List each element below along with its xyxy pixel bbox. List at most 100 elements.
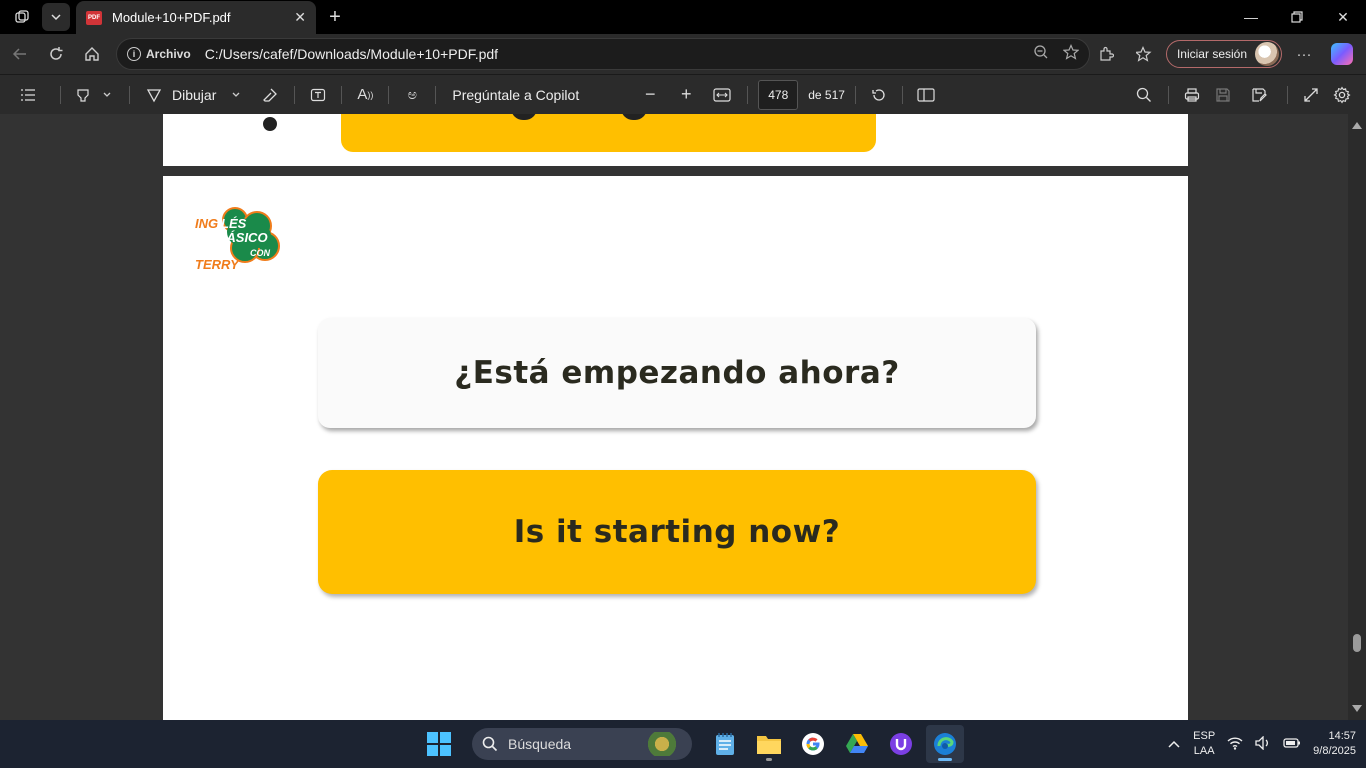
search-icon [482,736,498,752]
back-button[interactable] [2,38,38,70]
answer-card: Is it starting now? [318,470,1036,594]
save-icon[interactable] [1205,75,1241,115]
page-view-icon[interactable] [913,75,939,115]
scroll-down-arrow-icon[interactable] [1352,705,1362,712]
copilot-icon[interactable] [1326,38,1358,70]
fullscreen-icon[interactable] [1298,75,1324,115]
url-text[interactable]: C:/Users/cafef/Downloads/Module+10+PDF.p… [205,46,1033,62]
tab-close-icon[interactable]: ✕ [294,9,306,26]
address-box[interactable]: i Archivo C:/Users/cafef/Downloads/Modul… [116,38,1090,70]
address-bar-row: i Archivo C:/Users/cafef/Downloads/Modul… [0,34,1366,74]
fit-width-icon[interactable] [707,75,737,115]
wifi-icon[interactable] [1227,736,1243,753]
vertical-scrollbar[interactable] [1348,114,1366,720]
signin-button[interactable]: Iniciar sesión [1165,40,1282,68]
search-highlight-image [642,732,682,756]
google-drive-app[interactable] [838,725,876,763]
edge-app[interactable] [926,725,964,763]
google-app[interactable] [794,725,832,763]
notepad-app[interactable] [706,725,744,763]
taskbar-search[interactable]: Búsqueda [472,728,692,760]
keyboard-layout: LAA [1193,745,1215,757]
page-number-input[interactable] [758,79,799,110]
translate-icon[interactable]: ಅ [399,75,425,115]
start-button[interactable] [420,725,458,763]
save-as-icon[interactable] [1241,75,1277,115]
google-icon [802,733,824,755]
svg-text:ING: ING [195,216,218,231]
input-language[interactable]: ESP LAA [1193,729,1215,759]
draw-chevron-icon[interactable] [216,75,256,115]
svg-text:CON: CON [250,248,271,258]
close-window-button[interactable]: ✕ [1320,0,1366,34]
site-info[interactable]: i Archivo [127,47,191,61]
pdf-viewer[interactable]: ING LÉS BÁSICO CON TERRY ¿Está empezando… [0,114,1366,720]
title-bar: PDF Module+10+PDF.pdf ✕ + — ✕ [0,0,1366,34]
windows-icon [427,732,451,756]
zoom-out-icon[interactable] [1033,44,1049,64]
show-hidden-icons-chevron-icon[interactable] [1167,736,1181,752]
purple-app[interactable] [882,725,920,763]
search-placeholder: Búsqueda [508,736,572,752]
settings-gear-icon[interactable] [1324,75,1360,115]
u-app-icon [890,733,912,755]
battery-icon[interactable] [1283,736,1301,752]
ingles-basico-logo: ING LÉS BÁSICO CON TERRY [195,207,280,272]
language-code: ESP [1193,730,1216,742]
page-total: de 517 [808,87,845,102]
svg-text:LÉS: LÉS [221,216,247,231]
read-aloud-icon[interactable]: A)) [352,75,378,115]
eraser-icon[interactable] [256,75,284,115]
pdf-toolbar: Dibujar A)) ಅ Pregúntale a Copilot − + d… [0,74,1366,114]
draw-label[interactable]: Dibujar [172,87,216,103]
print-icon[interactable] [1179,75,1205,115]
favorite-star-icon[interactable] [1062,44,1080,64]
scroll-up-arrow-icon[interactable] [1352,122,1362,129]
clock[interactable]: 14:57 9/8/2025 [1313,729,1356,759]
bullet-point [263,117,277,131]
home-button[interactable] [74,38,110,70]
workspaces-icon[interactable] [8,3,36,31]
previous-page-yellow-box [341,114,876,152]
google-drive-icon [846,734,868,753]
new-tab-button[interactable]: + [322,4,348,30]
edge-icon [934,733,956,755]
clock-time: 14:57 [1328,730,1356,742]
favorites-icon[interactable] [1128,38,1160,70]
highlight-chevron-icon[interactable] [95,75,119,115]
tab-active[interactable]: PDF Module+10+PDF.pdf ✕ [76,1,316,34]
file-explorer-app[interactable] [750,725,788,763]
draw-icon[interactable] [140,75,168,115]
site-info-label: Archivo [146,47,191,61]
scroll-thumb[interactable] [1353,634,1361,652]
minimize-button[interactable]: — [1228,0,1274,34]
volume-icon[interactable] [1255,734,1271,753]
contents-list-icon[interactable] [6,75,50,115]
text-box-icon[interactable] [305,75,331,115]
svg-text:TERRY: TERRY [195,257,240,272]
read-aloud-glyph: A [357,86,368,103]
refresh-button[interactable] [38,38,74,70]
highlight-icon[interactable] [71,75,95,115]
svg-text:BÁSICO: BÁSICO [217,230,268,245]
clock-date: 9/8/2025 [1313,745,1356,757]
search-icon[interactable] [1130,75,1158,115]
previous-page [163,114,1188,166]
avatar [1255,42,1279,66]
taskbar: Búsqueda ESP LAA 14:57 9/8/2025 [0,720,1366,768]
signin-label: Iniciar sesión [1176,47,1247,61]
window-controls: — ✕ [1228,0,1366,34]
tab-title: Module+10+PDF.pdf [112,10,231,25]
extensions-icon[interactable] [1090,38,1122,70]
restore-button[interactable] [1274,0,1320,34]
question-text: ¿Está empezando ahora? [454,355,900,391]
zoom-in-button[interactable]: + [671,75,701,115]
pdf-icon: PDF [86,10,102,25]
info-icon: i [127,47,141,61]
more-options-icon[interactable]: ··· [1288,38,1320,70]
zoom-out-button[interactable]: − [635,75,665,115]
rotate-icon[interactable] [866,75,892,115]
ask-copilot-button[interactable]: Pregúntale a Copilot [452,87,579,103]
current-page: ING LÉS BÁSICO CON TERRY ¿Está empezando… [163,176,1188,720]
tab-actions-chevron-icon[interactable] [42,3,70,31]
